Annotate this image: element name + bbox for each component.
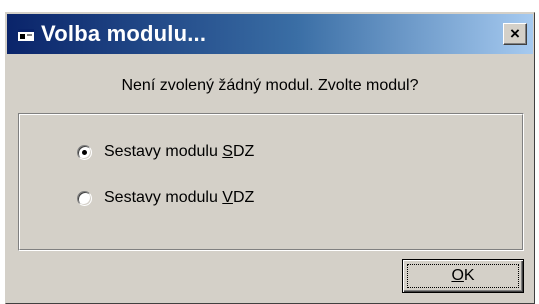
radio-label-sdz: Sestavy modulu SDZ	[104, 143, 255, 160]
module-options-group: Sestavy modulu SDZ Sestavy modulu VDZ	[18, 113, 524, 251]
ok-button[interactable]: OK	[402, 259, 524, 293]
radio-button-vdz[interactable]	[77, 190, 92, 206]
ok-label: OK	[451, 267, 475, 284]
app-window-icon	[18, 29, 34, 41]
radio-option-vdz[interactable]: Sestavy modulu VDZ	[77, 189, 254, 207]
ok-button-focus: OK	[407, 264, 519, 288]
title-bar[interactable]: Volba modulu... ×	[7, 14, 533, 54]
close-button[interactable]: ×	[503, 23, 527, 45]
window-title: Volba modulu...	[41, 21, 207, 46]
radio-selected-dot	[82, 149, 87, 155]
radio-button-sdz[interactable]	[77, 144, 92, 160]
radio-option-sdz[interactable]: Sestavy modulu SDZ	[77, 143, 254, 161]
prompt-message: Není zvolený žádný modul. Zvolte modul?	[121, 77, 419, 94]
dialog-window: Volba modulu... × Není zvolený žádný mod…	[5, 12, 535, 304]
radio-label-vdz: Sestavy modulu VDZ	[104, 189, 255, 206]
close-icon: ×	[510, 24, 520, 43]
